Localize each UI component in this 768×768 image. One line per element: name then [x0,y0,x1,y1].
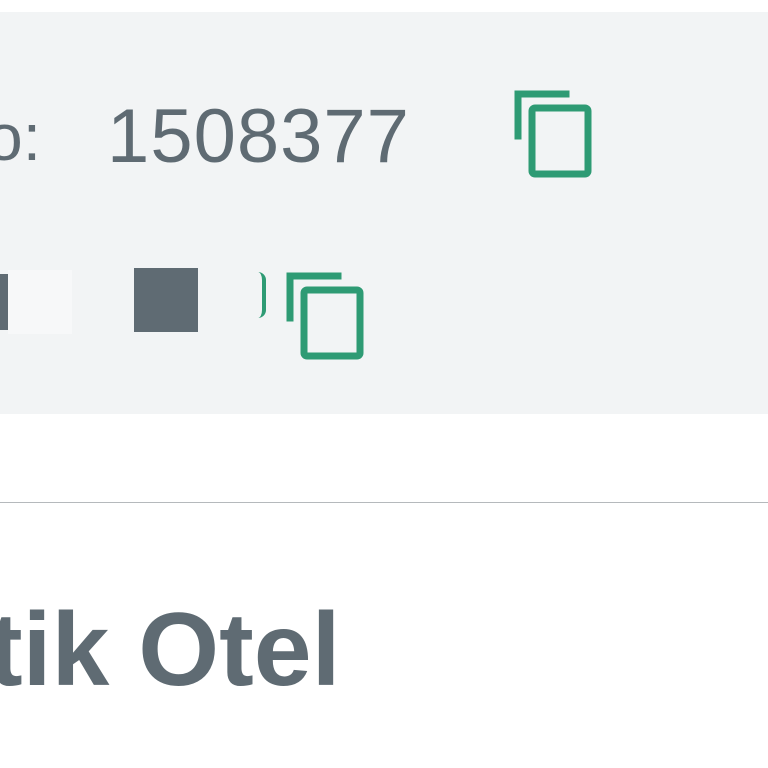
masked-text-fragment [0,274,8,330]
section-divider [0,502,768,503]
page: o: 1508377 tik Otel [0,0,768,768]
copy-icon [286,272,364,360]
booking-info-panel: o: 1508377 [0,12,768,414]
masked-text-edge [258,272,266,318]
hotel-name-heading: tik Otel [0,592,341,708]
reservation-number-label: o: [0,100,42,174]
copy-icon [514,90,592,178]
reservation-number-value: 1508377 [107,94,410,179]
masked-text-block [134,268,198,332]
masked-text-gap [8,270,72,334]
copy-reservation-number-button[interactable] [514,88,594,180]
reservation-number-row: o: 1508377 [0,82,410,192]
copy-second-value-button[interactable] [286,270,366,362]
